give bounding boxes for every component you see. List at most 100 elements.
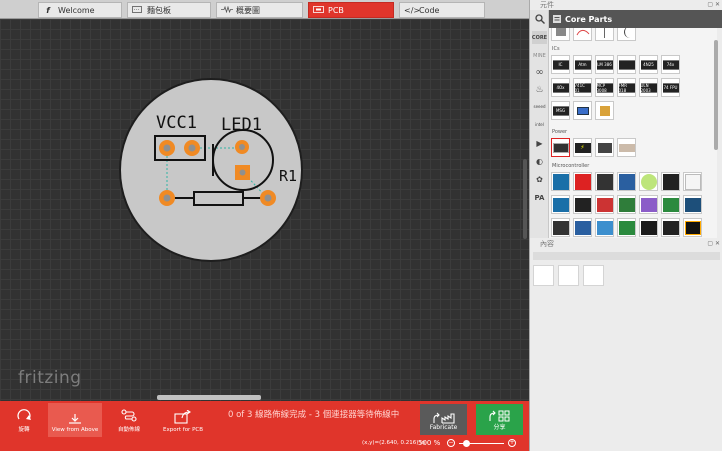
part-item[interactable]: ⚡ [573,138,592,157]
bin-adafruit[interactable]: ✿ [532,173,547,186]
part-item[interactable] [595,101,614,120]
part-item[interactable] [551,172,570,191]
board-thumbnail [552,220,569,235]
bin-search[interactable] [532,12,547,25]
bin-seeed[interactable]: seeed [532,100,547,113]
power-jack-thumbnail: ⚡ [574,142,591,153]
rotate-button[interactable]: 旋轉 [6,403,42,437]
part-item[interactable] [595,138,614,157]
ic-chip-thumbnail: MSG [552,105,569,116]
ic-chip-thumbnail: ULN 2003 [640,82,657,93]
ic-chip-thumbnail: FMR 018 [618,82,635,93]
part-item[interactable] [617,138,636,157]
zoom-out-button[interactable]: − [447,439,455,447]
share-button[interactable]: 分享 [476,404,523,435]
bin-intel[interactable]: intel [532,118,547,131]
part-item[interactable] [617,28,636,41]
part-item[interactable]: LM 386 [595,55,614,74]
dock-float-close-icon[interactable]: ▢ ✕ [707,239,720,249]
fabricate-label: Fabricate [429,424,458,431]
part-item[interactable] [683,218,702,237]
bin-menu-icon[interactable] [553,15,561,23]
inspector-window-title: 內容 ▢ ✕ [530,239,722,249]
part-item[interactable] [661,172,680,191]
part-item[interactable]: FMR 018 [617,78,636,97]
part-item[interactable] [683,172,702,191]
bin-arduino[interactable]: ∞ [532,66,547,79]
view-from-above-label: View from Above [51,427,99,433]
part-item[interactable]: ULN 2003 [639,78,658,97]
bin-mine[interactable]: MINE [532,49,547,62]
part-item[interactable] [595,218,614,237]
zoom-in-button[interactable]: + [508,439,516,447]
view-from-above-button[interactable]: View from Above [48,403,102,437]
tab-pcb-label: PCB [328,5,344,15]
part-item[interactable] [661,195,680,214]
part-item[interactable] [573,195,592,214]
board-thumbnail [552,197,569,212]
part-item[interactable] [661,218,680,237]
part-item[interactable] [595,195,614,214]
part-item[interactable] [639,195,658,214]
parts-vertical-scrollbar[interactable] [714,40,718,150]
vcc1-drill-2 [188,144,196,152]
board-thumbnail [640,173,657,190]
ic-chip-thumbnail: 74x [662,59,679,70]
part-item[interactable]: 4N25 [639,55,658,74]
part-item[interactable] [617,172,636,191]
part-item[interactable]: 741C 01 [573,78,592,97]
tab-pcb[interactable]: PCB [308,2,394,18]
part-item[interactable] [639,172,658,191]
part-item[interactable] [573,101,592,120]
zoom-level: 500 % [418,439,441,447]
board-thumbnail [662,173,679,190]
bin-core[interactable]: CORE [532,31,547,44]
bin-pa[interactable]: PA [532,191,547,204]
part-item[interactable] [573,172,592,191]
pcb-canvas[interactable]: VCC1 LED1 R1 fritzing [0,19,529,401]
part-item[interactable] [683,195,702,214]
part-item[interactable]: MCP 3008 [595,78,614,97]
tab-welcome[interactable]: f Welcome [38,2,122,18]
fritzing-window: f Welcome 麵包板 概要圖 PCB </> Code VCC1 LED1… [0,0,722,451]
part-item[interactable] [617,55,636,74]
canvas-horizontal-scrollbar[interactable] [157,395,261,400]
part-item[interactable] [551,28,570,41]
board-thumbnail [618,197,635,212]
part-item[interactable]: 74 FPU [661,78,680,97]
tab-breadboard[interactable]: 麵包板 [127,2,211,18]
ic-chip-thumbnail: 4N25 [640,59,657,70]
part-item[interactable]: 4Ox [551,78,570,97]
part-item-selected[interactable] [551,138,570,157]
part-item[interactable] [639,218,658,237]
pcb-board[interactable] [119,78,303,262]
bin-contrib[interactable]: ◐ [532,155,547,168]
part-item[interactable] [595,28,614,41]
part-item[interactable] [573,28,592,41]
fabricate-button[interactable]: Fabricate [420,404,467,435]
rotate-icon [17,409,31,420]
breadboard-view-image [533,265,554,286]
tab-schematic[interactable]: 概要圖 [216,2,303,18]
part-item[interactable] [551,218,570,237]
part-item[interactable] [617,195,636,214]
autoroute-button[interactable]: 自動佈線 [110,403,148,437]
export-for-pcb-button[interactable]: Export for PCB [158,403,208,437]
play-triangle-icon: ▶ [536,139,543,148]
part-item[interactable]: IC [551,55,570,74]
part-item[interactable]: MSG [551,101,570,120]
part-item[interactable] [551,195,570,214]
part-item[interactable]: 74x [661,55,680,74]
part-item[interactable] [617,218,636,237]
part-item[interactable]: Atm [573,55,592,74]
bin-play[interactable]: ▶ [532,137,547,150]
tab-code[interactable]: </> Code [399,2,485,18]
canvas-vertical-scrollbar[interactable] [523,159,527,239]
pcb-board-drawing[interactable]: VCC1 LED1 R1 [0,19,529,401]
dock-float-close-icon[interactable]: ▢ ✕ [707,0,720,10]
part-item[interactable] [595,172,614,191]
led1-drill-1 [239,144,245,150]
zoom-slider-handle[interactable] [463,440,470,447]
bin-sparkfun[interactable]: ♨ [532,83,547,96]
part-item[interactable] [573,218,592,237]
